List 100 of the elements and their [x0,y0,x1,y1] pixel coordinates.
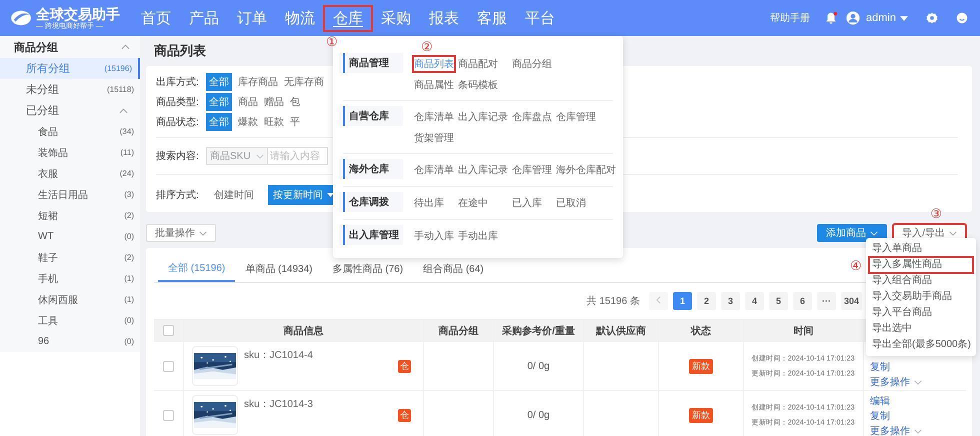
nav-tab[interactable]: 平台 [516,6,564,30]
menu-link[interactable]: 商品列表 [413,56,455,72]
batch-button[interactable]: 批量操作 [146,224,216,242]
page-button[interactable]: 5 [768,292,788,310]
bell-icon[interactable] [824,11,838,25]
avatar-icon[interactable] [846,11,860,25]
menu-link[interactable]: 海外仓库配对 [555,162,617,178]
tab[interactable]: 全部 (15196) [158,248,236,282]
checkbox[interactable] [163,325,174,336]
menu-link[interactable]: 已取消 [555,195,587,211]
tab[interactable]: 单商品 (14934) [235,248,322,282]
filter-option[interactable]: 赠品 [264,93,284,111]
search-label: 搜索内容: [156,150,200,163]
menu-link[interactable]: 出入库记录 [457,109,509,125]
column-header: 商品信息 [284,324,324,338]
page-button[interactable]: 2 [696,292,716,310]
checkbox[interactable] [163,410,174,420]
menu-link[interactable]: 仓库管理 [555,109,597,125]
sidebar-title: 商品分组 [14,40,58,54]
menu-item[interactable]: 导入多属性商品 [869,257,973,273]
menu-link[interactable]: 商品配对 [457,56,499,72]
sidebar-item[interactable]: 食品 (34) [0,121,140,142]
column-header: 默认供应商 [596,324,646,338]
menu-item[interactable]: 导入组合商品 [869,273,973,289]
menu-item[interactable]: 导入单商品 [869,241,973,257]
menu-link[interactable]: 手动入库 [413,228,455,244]
filter-option[interactable]: 包 [290,93,300,111]
menu-link[interactable]: 仓库盘点 [511,109,553,125]
menu-link[interactable]: 商品分组 [511,56,553,72]
menu-item[interactable]: 导出选中 [869,321,973,337]
filter-option[interactable]: 全部 [206,93,232,111]
filter-option[interactable]: 无库存商 [284,73,324,91]
menu-link[interactable]: 商品属性 [413,77,455,93]
sidebar-item[interactable]: 96 (0) [0,331,140,352]
page-button[interactable]: 304 [840,292,862,310]
page-button[interactable]: 6 [792,292,812,310]
menu-link[interactable]: 待出库 [413,195,445,211]
sidebar-item[interactable]: 未分组 (15118) [0,79,140,100]
nav-tab[interactable]: 仓库 [324,6,372,30]
menu-link[interactable]: 货架管理 [413,130,455,146]
sidebar-item[interactable]: 手机 (1) [0,268,140,289]
page-button[interactable]: ··· [816,292,836,310]
search-field[interactable]: 请输入内容 [268,147,328,165]
nav-tab[interactable]: 产品 [180,6,228,30]
prev-page-button[interactable] [648,292,668,310]
sidebar-item[interactable]: 休闲西服 (1) [0,289,140,310]
sidebar-item[interactable]: 工具 (0) [0,310,140,331]
sidebar-item[interactable]: 鞋子 (2) [0,247,140,268]
menu-link[interactable]: 出入库记录 [457,162,509,178]
filter-option[interactable]: 库存商品 [238,73,278,91]
filter-option[interactable]: 爆款 [238,113,258,131]
menu-link[interactable]: 仓库清单 [413,162,455,178]
filter-option[interactable]: 旺款 [264,113,284,131]
action-link[interactable]: 更多操作 [870,375,922,389]
menu-link[interactable]: 在途中 [457,195,489,211]
filter-option[interactable]: 商品 [238,93,258,111]
checkbox[interactable] [163,360,174,372]
page-button[interactable]: 4 [744,292,764,310]
sidebar-item[interactable]: 衣服 (24) [0,163,140,184]
sidebar-item[interactable]: 已分组 [0,100,140,121]
chevron-icon[interactable] [119,108,128,114]
chevron-icon[interactable] [121,44,130,50]
action-link[interactable]: 复制 [870,360,890,374]
filter-option[interactable]: 全部 [206,73,232,91]
nav-tab[interactable]: 首页 [132,6,180,30]
action-link[interactable]: 复制 [870,409,890,423]
menu-link[interactable]: 手动出库 [457,228,499,244]
sidebar-item[interactable]: 所有分组 (15196) [0,58,140,79]
sidebar-item[interactable]: 生活日用品 (3) [0,184,140,205]
action-link[interactable]: 更多操作 [870,424,922,436]
page-button[interactable]: 1 [672,292,692,310]
help-link[interactable]: 帮助手册 [770,11,810,25]
chevron-icon [256,154,264,158]
smiley-icon[interactable] [956,12,968,24]
menu-item[interactable]: 导入平台商品 [869,305,973,321]
chevron-icon [949,230,957,236]
menu-item[interactable]: 导出全部(最多5000条) [869,337,973,353]
sidebar-item[interactable]: 短裙 (2) [0,205,140,226]
sort-option[interactable]: 创建时间 [214,188,254,202]
menu-link[interactable]: 条码模板 [457,77,499,93]
page-button[interactable]: 3 [720,292,740,310]
menu-link[interactable]: 已入库 [511,195,543,211]
add-product-button[interactable]: 添加商品 [817,224,888,242]
menu-link[interactable]: 仓库管理 [511,162,553,178]
filter-option[interactable]: 平 [290,113,300,131]
nav-tab[interactable]: 订单 [228,6,276,30]
column-header: 时间 [794,324,814,338]
settings-icon[interactable] [926,12,938,24]
sidebar-item[interactable]: WT (0) [0,226,140,247]
action-link[interactable]: 编辑 [870,394,890,408]
chevron-icon [914,428,922,434]
nav-tab[interactable]: 采购 [372,6,420,30]
nav-tab[interactable]: 客服 [468,6,516,30]
user-menu[interactable]: admin [866,12,896,24]
sidebar-item[interactable]: 装饰品 (11) [0,142,140,163]
nav-tab[interactable]: 报表 [420,6,468,30]
nav-tab[interactable]: 物流 [276,6,324,30]
menu-item[interactable]: 导入交易助手商品 [869,289,973,305]
menu-link[interactable]: 仓库清单 [413,109,455,125]
filter-option[interactable]: 全部 [206,113,232,131]
